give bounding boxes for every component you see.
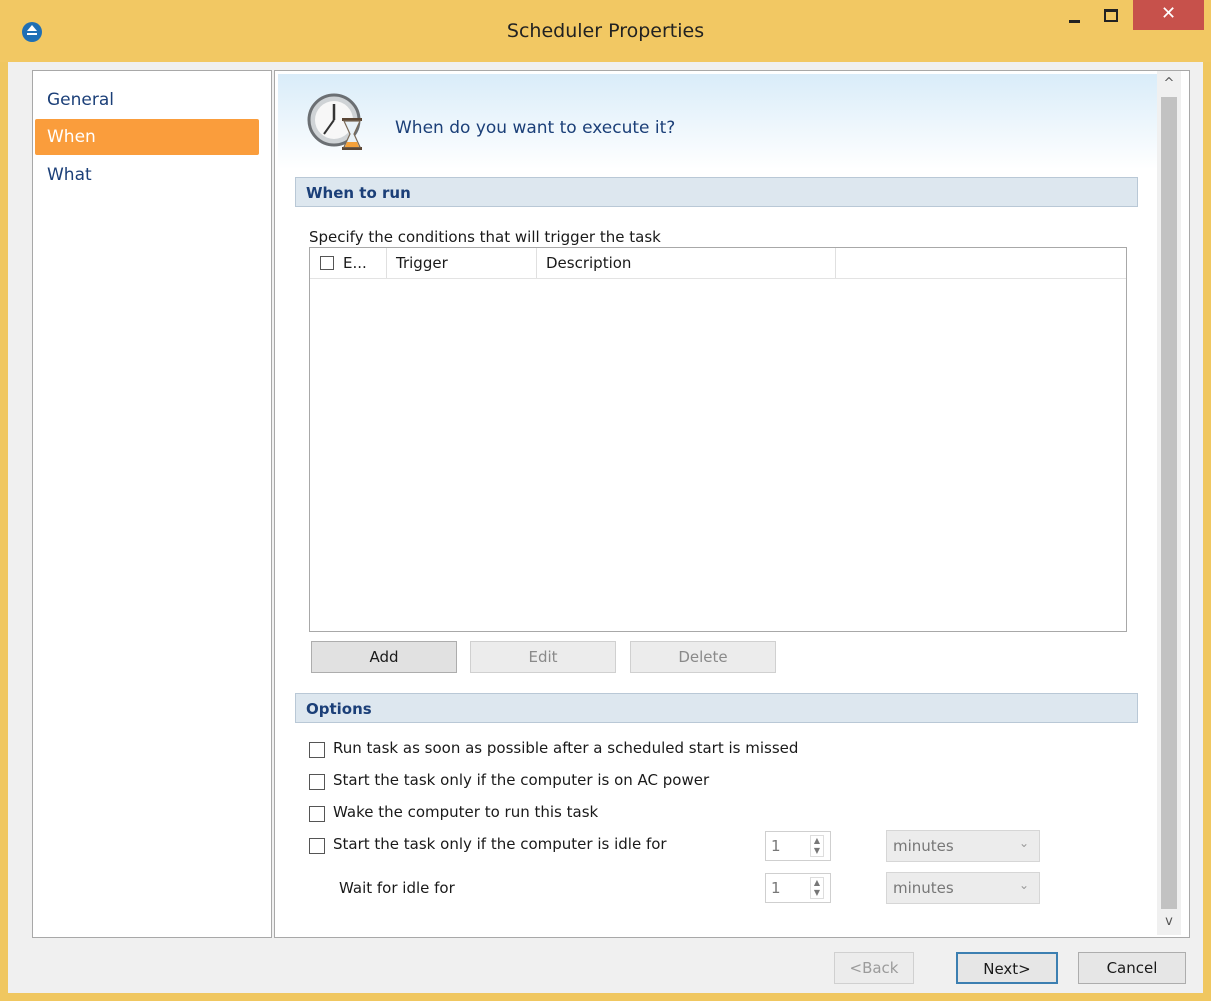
add-button[interactable]: Add	[311, 641, 457, 673]
options-header: Options	[295, 693, 1138, 723]
maximize-icon	[1104, 9, 1118, 22]
trigger-description-label: Specify the conditions that will trigger…	[309, 228, 661, 246]
column-trigger[interactable]: Trigger	[396, 254, 448, 272]
column-description[interactable]: Description	[546, 254, 631, 272]
wait-duration-stepper[interactable]: 1 ▲ ▼	[765, 873, 831, 903]
wait-unit-value: minutes	[893, 879, 954, 897]
window-title: Scheduler Properties	[506, 20, 705, 42]
wait-for-idle-label: Wait for idle for	[339, 879, 455, 897]
run-missed-checkbox[interactable]	[309, 742, 325, 758]
wait-unit-select[interactable]: minutes ⌄	[886, 872, 1040, 904]
scroll-thumb[interactable]	[1161, 97, 1177, 909]
wake-checkbox[interactable]	[309, 806, 325, 822]
navigation-panel: General When What	[32, 70, 272, 938]
chevron-down-icon: ⌄	[1018, 836, 1029, 850]
clock-hourglass-icon	[307, 93, 362, 150]
nav-item-what[interactable]: What	[35, 157, 259, 193]
title-bar: Scheduler Properties ✕	[0, 0, 1211, 62]
edit-button[interactable]: Edit	[470, 641, 616, 673]
idle-unit-select[interactable]: minutes ⌄	[886, 830, 1040, 862]
idle-label[interactable]: Start the task only if the computer is i…	[333, 835, 667, 853]
column-enabled[interactable]: E...	[343, 254, 367, 272]
minimize-button[interactable]	[1060, 0, 1090, 30]
chevron-down-icon: ⌄	[1018, 878, 1029, 892]
cancel-button[interactable]: Cancel	[1078, 952, 1186, 984]
close-button[interactable]: ✕	[1133, 0, 1204, 30]
idle-unit-value: minutes	[893, 837, 954, 855]
minimize-icon	[1069, 20, 1080, 23]
when-to-run-header: When to run	[295, 177, 1138, 207]
select-all-checkbox[interactable]	[320, 256, 334, 270]
idle-duration-stepper[interactable]: 1 ▲ ▼	[765, 831, 831, 861]
wait-duration-value: 1	[771, 879, 781, 897]
scroll-down-icon[interactable]: v	[1157, 911, 1181, 933]
back-button[interactable]: <Back	[834, 952, 914, 984]
wake-label[interactable]: Wake the computer to run this task	[333, 803, 598, 821]
idle-checkbox[interactable]	[309, 838, 325, 854]
nav-item-when[interactable]: When	[35, 119, 259, 155]
page-heading: When do you want to execute it?	[395, 118, 676, 138]
delete-button[interactable]: Delete	[630, 641, 776, 673]
scroll-up-icon[interactable]: ^	[1157, 73, 1181, 95]
column-divider[interactable]	[835, 248, 836, 278]
stepper-arrows-icon[interactable]: ▲ ▼	[810, 835, 824, 857]
stepper-arrows-icon[interactable]: ▲ ▼	[810, 877, 824, 899]
content-panel: When do you want to execute it? When to …	[274, 70, 1190, 938]
ac-power-checkbox[interactable]	[309, 774, 325, 790]
trigger-list[interactable]: E... Trigger Description	[309, 247, 1127, 632]
close-icon: ✕	[1160, 3, 1177, 24]
next-button[interactable]: Next>	[956, 952, 1058, 984]
vertical-scrollbar[interactable]: ^ v	[1157, 71, 1181, 935]
ac-power-label[interactable]: Start the task only if the computer is o…	[333, 771, 709, 789]
idle-duration-value: 1	[771, 837, 781, 855]
trigger-list-header: E... Trigger Description	[310, 248, 1126, 279]
maximize-button[interactable]	[1095, 0, 1125, 30]
page-header: When do you want to execute it?	[278, 74, 1158, 169]
column-divider[interactable]	[386, 248, 387, 278]
run-missed-label[interactable]: Run task as soon as possible after a sch…	[333, 739, 798, 757]
column-divider[interactable]	[536, 248, 537, 278]
nav-item-general[interactable]: General	[35, 82, 259, 118]
dialog-body: General When What When do you want to ex…	[8, 62, 1203, 993]
